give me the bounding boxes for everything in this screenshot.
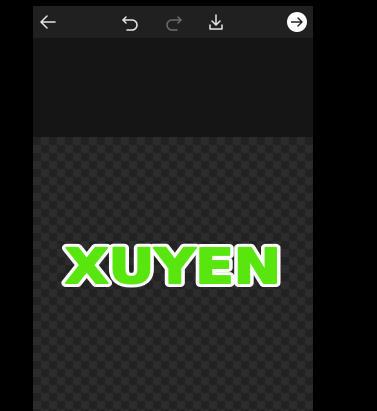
redo-icon xyxy=(164,12,184,32)
text-sticker[interactable]: XUYEN XUYEN xyxy=(33,233,313,297)
next-button[interactable] xyxy=(285,10,309,34)
empty-top-area xyxy=(33,38,313,137)
redo-button[interactable] xyxy=(162,10,186,34)
editor-screen: XUYEN XUYEN xyxy=(33,6,313,411)
sticker-svg: XUYEN XUYEN xyxy=(61,235,285,297)
transparent-canvas[interactable]: XUYEN XUYEN xyxy=(33,137,313,411)
top-toolbar xyxy=(33,6,313,38)
page-root: XUYEN XUYEN xyxy=(0,0,377,411)
arrow-right-circle-icon xyxy=(286,11,308,33)
download-button[interactable] xyxy=(204,10,228,34)
undo-icon xyxy=(120,12,140,32)
undo-button[interactable] xyxy=(118,10,142,34)
download-icon xyxy=(206,12,226,32)
sticker-text: XUYEN xyxy=(65,239,281,295)
arrow-left-icon xyxy=(38,12,58,32)
back-button[interactable] xyxy=(36,10,60,34)
